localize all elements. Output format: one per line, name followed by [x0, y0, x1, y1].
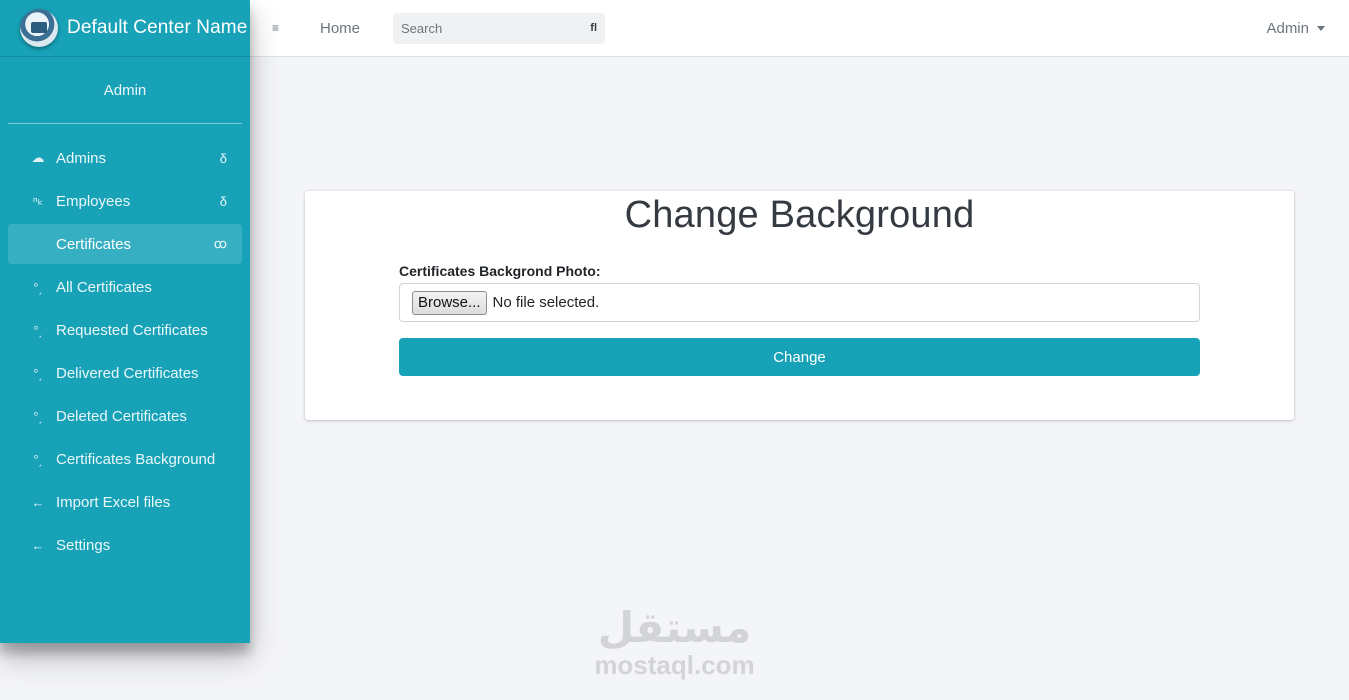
sidebar-item-certificates-background[interactable]: °͵ Certificates Background: [8, 439, 242, 479]
watermark-latin: mostaql.com: [594, 650, 755, 680]
page-title: Change Background: [624, 194, 975, 236]
users-icon: ☁: [31, 150, 45, 165]
sidebar: Default Center Name Admin ☁ Admins δ ⁿₖ …: [0, 0, 250, 643]
brand-logo-icon: [20, 9, 58, 47]
sidebar-item-certificates[interactable]: Certificates ꝏ: [8, 224, 242, 264]
search-icon[interactable]: fl: [590, 22, 597, 34]
sidebar-item-label: Employees: [56, 192, 131, 210]
brand-name: Default Center Name: [67, 17, 248, 38]
sidebar-item-employees[interactable]: ⁿₖ Employees δ: [8, 181, 242, 221]
top-navbar: ≡ Home fl Admin: [250, 0, 1349, 57]
menu-toggle-icon[interactable]: ≡: [272, 21, 294, 35]
sidebar-item-import-excel-files[interactable]: ← Import Excel files: [8, 482, 242, 522]
sidebar-item-label: Deleted Certificates: [56, 407, 187, 425]
expand-arrow-icon: δ: [219, 193, 227, 209]
sidebar-item-all-certificates[interactable]: °͵ All Certificates: [8, 267, 242, 307]
background-photo-label: Certificates Backgrond Photo:: [399, 263, 601, 279]
sidebar-item-admins[interactable]: ☁ Admins δ: [8, 138, 242, 178]
sidebar-item-label: Certificates Background: [56, 450, 216, 468]
admin-dropdown[interactable]: Admin: [1266, 20, 1325, 37]
file-status-text: No file selected.: [492, 294, 600, 311]
sidebar-item-deleted-certificates[interactable]: °͵ Deleted Certificates: [8, 396, 242, 436]
sidebar-item-label: Delivered Certificates: [56, 364, 199, 382]
background-photo-file-input[interactable]: Browse... No file selected.: [399, 283, 1200, 322]
watermark: مستقل mostaql.com: [592, 603, 757, 680]
sidebar-item-delivered-certificates[interactable]: °͵ Delivered Certificates: [8, 353, 242, 393]
expand-arrow-icon: δ: [219, 150, 227, 166]
employees-icon: ⁿₖ: [32, 193, 44, 208]
change-button[interactable]: Change: [399, 338, 1200, 376]
browse-button[interactable]: Browse...: [412, 290, 487, 315]
circle-icon: °͵: [33, 451, 43, 467]
collapse-arrow-icon: ꝏ: [213, 236, 227, 251]
change-background-card: Change Background Certificates Backgrond…: [305, 191, 1294, 420]
brand-link[interactable]: Default Center Name: [0, 0, 250, 57]
sidebar-item-label: Admins: [56, 149, 107, 167]
sidebar-item-label: All Certificates: [56, 278, 152, 296]
arrow-left-icon: ←: [31, 537, 45, 553]
circle-icon: °͵: [33, 322, 43, 338]
watermark-arabic: مستقل: [597, 603, 752, 652]
arrow-left-icon: ←: [31, 494, 45, 510]
circle-icon: °͵: [33, 408, 43, 424]
home-link[interactable]: Home: [320, 20, 360, 37]
search-input[interactable]: [401, 20, 572, 36]
caret-down-icon: [1317, 25, 1325, 31]
circle-icon: °͵: [33, 279, 43, 295]
sidebar-item-label: Import Excel files: [56, 493, 171, 511]
sidebar-item-label: Requested Certificates: [56, 321, 208, 339]
circle-icon: °͵: [33, 365, 43, 381]
sidebar-nav: ☁ Admins δ ⁿₖ Employees δ Certificates ꝏ…: [0, 124, 250, 565]
sidebar-item-requested-certificates[interactable]: °͵ Requested Certificates: [8, 310, 242, 350]
user-name[interactable]: Admin: [104, 82, 147, 99]
admin-dropdown-label: Admin: [1266, 19, 1309, 37]
sidebar-item-settings[interactable]: ← Settings: [8, 525, 242, 565]
user-panel: Admin: [8, 57, 242, 124]
sidebar-item-label: Settings: [56, 536, 111, 554]
search-box: fl: [393, 12, 606, 44]
